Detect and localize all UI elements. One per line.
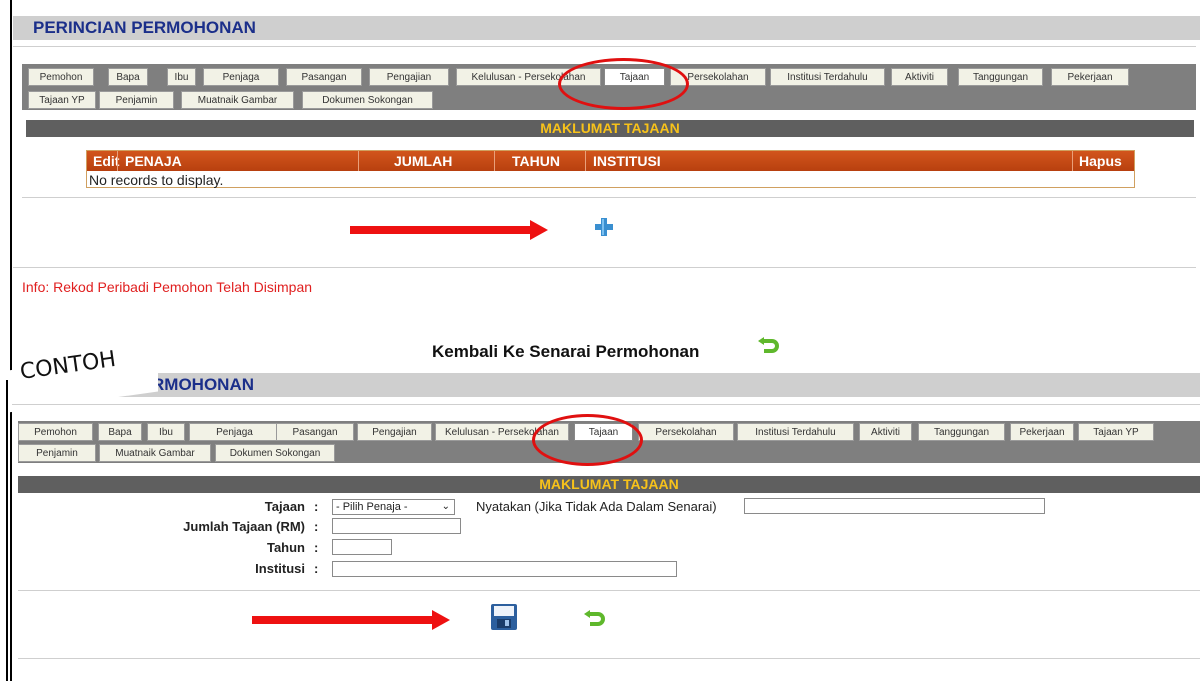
col-jumlah[interactable]: JUMLAH [394, 153, 452, 169]
divider [18, 590, 1200, 591]
tab-bapa[interactable]: Bapa [98, 423, 142, 441]
sponsor-select-value: - Pilih Penaja - [336, 501, 408, 513]
plus-icon[interactable] [595, 218, 613, 236]
frame-border [6, 380, 8, 681]
amount-input[interactable] [332, 518, 461, 534]
specify-input[interactable] [744, 498, 1045, 514]
tab-dokumen-sokongan[interactable]: Dokumen Sokongan [215, 444, 335, 462]
tab-muatnaik-gambar[interactable]: Muatnaik Gambar [99, 444, 211, 462]
tab-persekolahan[interactable]: Persekolahan [638, 423, 734, 441]
tab-pasangan[interactable]: Pasangan [276, 423, 354, 441]
empty-message: No records to display. [89, 172, 224, 188]
tab-aktiviti[interactable]: Aktiviti [859, 423, 912, 441]
back-to-list-link[interactable]: Kembali Ke Senarai Permohonan [432, 342, 699, 362]
tab-tajaan-yp[interactable]: Tajaan YP [28, 91, 96, 109]
year-input[interactable] [332, 539, 392, 555]
tab-pekerjaan[interactable]: Pekerjaan [1051, 68, 1129, 86]
col-edit: Edit [93, 153, 120, 169]
annotation-arrow [252, 610, 452, 630]
tab-pengajian[interactable]: Pengajian [357, 423, 432, 441]
tab-penjaga[interactable]: Penjaga [203, 68, 279, 86]
tab-bapa[interactable]: Bapa [108, 68, 148, 86]
divider [18, 658, 1200, 659]
colon: : [314, 540, 319, 555]
tab-pengajian[interactable]: Pengajian [369, 68, 449, 86]
institution-label: Institusi [255, 561, 305, 576]
colon: : [314, 519, 319, 534]
tab-penjaga[interactable]: Penjaga [189, 423, 280, 441]
chevron-down-icon: ⌄ [441, 501, 450, 512]
divider [13, 46, 1196, 47]
col-hapus: Hapus [1079, 153, 1122, 169]
tab-pekerjaan[interactable]: Pekerjaan [1010, 423, 1074, 441]
tab-institusi-terdahulu[interactable]: Institusi Terdahulu [770, 68, 885, 86]
page-title: PERINCIAN PERMOHONAN [13, 16, 1200, 40]
info-message: Info: Rekod Peribadi Pemohon Telah Disim… [22, 279, 313, 295]
divider [12, 404, 1200, 405]
tab-pemohon[interactable]: Pemohon [28, 68, 94, 86]
divider [22, 197, 1196, 198]
tab-pasangan[interactable]: Pasangan [286, 68, 362, 86]
col-tahun[interactable]: TAHUN [512, 153, 560, 169]
highlight-circle [558, 58, 689, 110]
grid-header: Edit PENAJA JUMLAH TAHUN INSTITUSI Hapus [87, 151, 1134, 171]
tab-penjamin[interactable]: Penjamin [99, 91, 174, 109]
tab-institusi-terdahulu[interactable]: Institusi Terdahulu [737, 423, 854, 441]
tab-ibu[interactable]: Ibu [167, 68, 196, 86]
section-title: MAKLUMAT TAJAAN [26, 120, 1194, 137]
tab-pemohon[interactable]: Pemohon [18, 423, 93, 441]
annotation-arrow [350, 220, 550, 240]
tab-aktiviti[interactable]: Aktiviti [891, 68, 948, 86]
sponsor-select[interactable]: - Pilih Penaja - ⌄ [332, 499, 455, 515]
colon: : [314, 561, 319, 576]
divider [13, 267, 1196, 268]
year-label: Tahun [266, 540, 305, 555]
undo-icon[interactable] [758, 333, 782, 355]
tab-ibu[interactable]: Ibu [147, 423, 185, 441]
tab-penjamin[interactable]: Penjamin [18, 444, 96, 462]
amount-label: Jumlah Tajaan (RM) [183, 519, 305, 534]
tab-muatnaik-gambar[interactable]: Muatnaik Gambar [181, 91, 294, 109]
sponsorship-grid: Edit PENAJA JUMLAH TAHUN INSTITUSI Hapus… [86, 150, 1135, 188]
institution-input[interactable] [332, 561, 677, 577]
tab-tanggungan[interactable]: Tanggungan [958, 68, 1043, 86]
save-icon[interactable] [491, 604, 517, 630]
tajaan-label: Tajaan [264, 499, 305, 514]
col-institusi[interactable]: INSTITUSI [593, 153, 661, 169]
tab-tanggungan[interactable]: Tanggungan [918, 423, 1005, 441]
section-title: MAKLUMAT TAJAAN [18, 476, 1200, 493]
colon: : [314, 499, 319, 514]
page-title: RMOHONAN [12, 373, 1200, 397]
undo-icon[interactable] [584, 606, 608, 628]
specify-label: Nyatakan (Jika Tidak Ada Dalam Senarai) [476, 499, 717, 514]
col-penaja[interactable]: PENAJA [125, 153, 182, 169]
frame-border [10, 365, 12, 681]
highlight-circle [532, 414, 643, 466]
tab-tajaan-yp[interactable]: Tajaan YP [1078, 423, 1154, 441]
tab-dokumen-sokongan[interactable]: Dokumen Sokongan [302, 91, 433, 109]
